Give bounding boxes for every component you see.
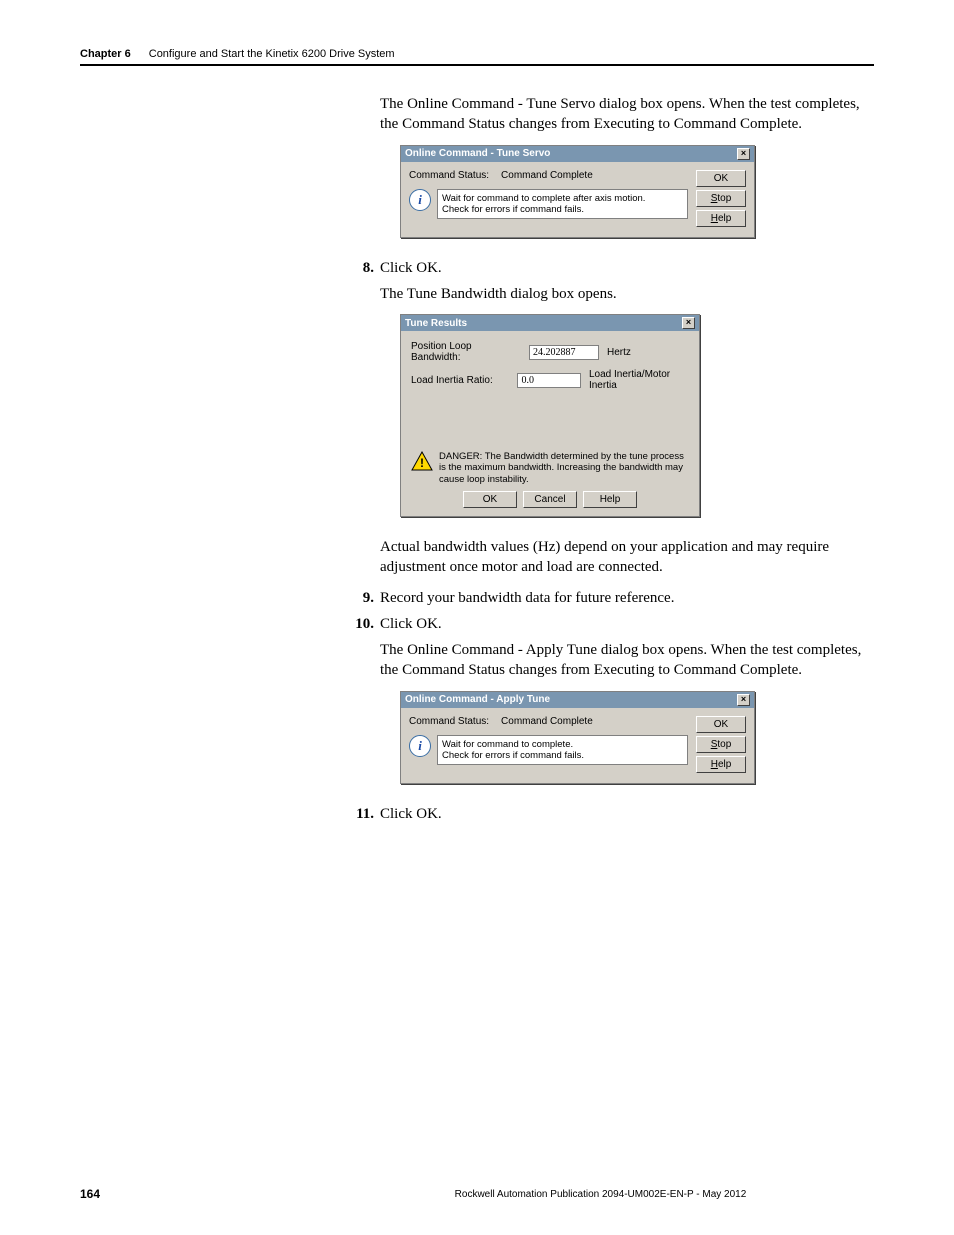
command-status-value: Command Complete <box>501 716 593 727</box>
warning-icon: ! <box>411 451 433 471</box>
page-number: 164 <box>80 1187 327 1201</box>
load-inertia-unit: Load Inertia/Motor Inertia <box>589 369 689 391</box>
header-rule <box>80 64 874 66</box>
dialog-title-text: Online Command - Apply Tune <box>405 694 550 705</box>
load-inertia-label: Load Inertia Ratio: <box>411 375 509 386</box>
ok-button[interactable]: OK <box>696 716 746 733</box>
stop-button[interactable]: Stop <box>696 736 746 753</box>
command-status-label: Command Status: <box>409 170 489 181</box>
help-button[interactable]: Help <box>696 756 746 773</box>
position-bandwidth-label: Position Loop Bandwidth: <box>411 341 521 363</box>
step-text: Click OK. <box>380 804 874 824</box>
step-number: 9. <box>350 588 374 608</box>
step-text: Record your bandwidth data for future re… <box>380 588 874 608</box>
ok-button[interactable]: OK <box>463 491 517 508</box>
paragraph: The Online Command - Tune Servo dialog b… <box>380 94 874 135</box>
load-inertia-input[interactable]: 0.0 <box>517 373 581 388</box>
command-status-value: Command Complete <box>501 170 593 181</box>
info-icon: i <box>409 189 431 211</box>
step-number: 10. <box>350 614 374 634</box>
close-icon[interactable]: × <box>682 317 695 329</box>
dialog-tune-servo: Online Command - Tune Servo × Command St… <box>400 145 755 238</box>
svg-text:!: ! <box>420 456 424 470</box>
step-text: Click OK. <box>380 258 874 278</box>
cancel-button[interactable]: Cancel <box>523 491 577 508</box>
chapter-title: Configure and Start the Kinetix 6200 Dri… <box>149 48 395 60</box>
dialog-title-text: Online Command - Tune Servo <box>405 148 550 159</box>
dialog-titlebar: Tune Results × <box>401 315 699 331</box>
step-number: 8. <box>350 258 374 278</box>
dialog-titlebar: Online Command - Apply Tune × <box>401 692 754 708</box>
position-bandwidth-input[interactable]: 24.202887 <box>529 345 599 360</box>
warning-text: DANGER: The Bandwidth determined by the … <box>439 451 689 485</box>
info-textbox: Wait for command to complete. Check for … <box>437 735 688 766</box>
step-number: 11. <box>350 804 374 824</box>
publication-info: Rockwell Automation Publication 2094-UM0… <box>327 1189 874 1200</box>
dialog-titlebar: Online Command - Tune Servo × <box>401 146 754 162</box>
close-icon[interactable]: × <box>737 694 750 706</box>
paragraph: The Online Command - Apply Tune dialog b… <box>380 640 874 681</box>
ok-button[interactable]: OK <box>696 170 746 187</box>
help-button[interactable]: Help <box>583 491 637 508</box>
stop-button[interactable]: Stop <box>696 190 746 207</box>
step-text: Click OK. <box>380 614 874 634</box>
dialog-title-text: Tune Results <box>405 318 467 329</box>
close-icon[interactable]: × <box>737 148 750 160</box>
position-bandwidth-unit: Hertz <box>607 347 631 358</box>
info-icon: i <box>409 735 431 757</box>
chapter-number: Chapter 6 <box>80 48 131 60</box>
paragraph: The Tune Bandwidth dialog box opens. <box>380 284 874 304</box>
help-button[interactable]: Help <box>696 210 746 227</box>
dialog-apply-tune: Online Command - Apply Tune × Command St… <box>400 691 755 784</box>
paragraph: Actual bandwidth values (Hz) depend on y… <box>380 537 874 578</box>
dialog-tune-results: Tune Results × Position Loop Bandwidth: … <box>400 314 700 517</box>
command-status-label: Command Status: <box>409 716 489 727</box>
info-textbox: Wait for command to complete after axis … <box>437 189 688 220</box>
